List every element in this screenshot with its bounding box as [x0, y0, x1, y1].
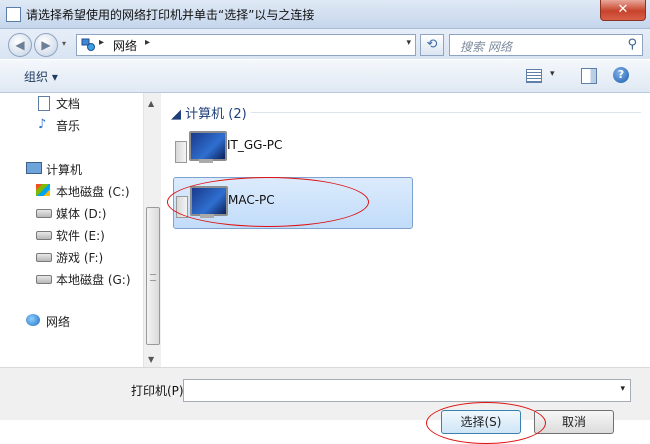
sidebar-item-drive-d[interactable]: 媒体 (D:): [0, 203, 142, 223]
sidebar-scrollbar[interactable]: ▲ ▼: [143, 93, 161, 367]
group-header-computers[interactable]: ◢ 计算机 (2): [171, 103, 247, 122]
dialog-footer: 打印机(P) ▾ 选择(S) 取消: [0, 367, 650, 444]
printer-combobox[interactable]: ▾: [183, 379, 631, 402]
sidebar-item-label: 音乐: [56, 119, 81, 133]
sidebar-item-label: 软件 (E:): [56, 229, 105, 243]
scroll-up-icon[interactable]: ▲: [148, 99, 154, 108]
sidebar-item-label: 本地磁盘 (G:): [56, 273, 131, 287]
address-bar[interactable]: ▸ 网络 ▸ ▾: [76, 34, 416, 56]
breadcrumb-separator[interactable]: ▸: [145, 37, 150, 48]
computer-item-it-gg-pc[interactable]: IT_GG-PC: [173, 123, 411, 173]
drive-icon: [36, 209, 52, 218]
sidebar-item-drive-c[interactable]: 本地磁盘 (C:): [0, 181, 142, 201]
network-icon: [26, 314, 40, 326]
sidebar-item-drive-f[interactable]: 游戏 (F:): [0, 247, 142, 267]
back-arrow-icon[interactable]: ◀: [8, 33, 32, 57]
sidebar-item-documents[interactable]: 文档: [0, 93, 142, 113]
file-list-pane: ◢ 计算机 (2) IT_GG-PC MAC-PC: [161, 93, 650, 367]
drive-icon: [36, 253, 52, 262]
chevron-down-icon[interactable]: ▾: [620, 384, 625, 394]
close-button[interactable]: ✕: [600, 0, 646, 21]
computer-icon: [26, 162, 42, 174]
printer-label: 打印机(P): [131, 384, 184, 398]
computer-monitor-icon: [189, 131, 227, 161]
sidebar-item-label: 本地磁盘 (C:): [56, 185, 130, 199]
toolbar: 组织 ▾ ▾ ?: [0, 60, 650, 93]
preview-pane-icon[interactable]: [581, 68, 597, 84]
sidebar-item-label: 文档: [56, 97, 81, 111]
window-title: 请选择希望使用的网络打印机并单击“选择”以与之连接: [26, 8, 315, 22]
document-icon: [38, 96, 50, 111]
title-bar: 请选择希望使用的网络打印机并单击“选择”以与之连接 ✕: [0, 0, 650, 29]
breadcrumb-separator[interactable]: ▸: [99, 37, 104, 48]
computer-name: IT_GG-PC: [227, 138, 283, 152]
organize-menu-button[interactable]: 组织 ▾: [24, 68, 58, 85]
change-view-icon[interactable]: [526, 69, 542, 83]
scrollbar-thumb[interactable]: [146, 207, 160, 345]
address-dropdown-icon[interactable]: ▾: [406, 38, 411, 48]
sidebar-item-drive-g[interactable]: 本地磁盘 (G:): [0, 269, 142, 289]
sidebar-item-network[interactable]: 网络: [0, 311, 142, 331]
search-placeholder: 搜索 网络: [460, 40, 512, 54]
sidebar-item-computer[interactable]: 计算机: [0, 159, 142, 179]
group-divider: [251, 112, 641, 113]
help-icon[interactable]: ?: [613, 67, 629, 83]
window-icon: [6, 7, 21, 22]
sidebar-item-label: 媒体 (D:): [56, 207, 107, 221]
sidebar-item-music[interactable]: ♪ 音乐: [0, 115, 142, 135]
history-dropdown-icon[interactable]: ▾: [62, 39, 66, 48]
drive-icon: [36, 231, 52, 240]
navigation-pane: 文档 ♪ 音乐 计算机 本地磁盘 (C:) 媒体 (D:) 软件 (E:) 游戏…: [0, 93, 143, 367]
sidebar-item-drive-e[interactable]: 软件 (E:): [0, 225, 142, 245]
cancel-button[interactable]: 取消: [534, 410, 614, 434]
network-icon: [81, 38, 95, 51]
sidebar-item-label: 游戏 (F:): [56, 251, 104, 265]
refresh-button[interactable]: ⟲: [420, 34, 444, 56]
windows-drive-icon: [36, 184, 50, 196]
forward-arrow-icon[interactable]: ▶: [34, 33, 58, 57]
monitor-stand: [199, 159, 213, 163]
computer-tower-icon: [175, 141, 187, 163]
view-dropdown-icon[interactable]: ▾: [550, 69, 555, 79]
music-icon: ♪: [38, 117, 47, 132]
scroll-down-icon[interactable]: ▼: [148, 355, 154, 364]
grip-icon: [150, 274, 156, 281]
sidebar-item-label: 计算机: [46, 163, 83, 177]
sidebar-item-label: 网络: [46, 315, 71, 329]
annotation-ellipse: [426, 402, 546, 444]
navigation-bar: ◀ ▶ ▾ ▸ 网络 ▸ ▾ ⟲ 搜索 网络 ⚲: [0, 29, 650, 59]
search-icon[interactable]: ⚲: [627, 37, 637, 52]
drive-icon: [36, 275, 52, 284]
breadcrumb-network[interactable]: 网络: [113, 37, 137, 54]
annotation-ellipse: [167, 177, 369, 227]
search-input[interactable]: 搜索 网络 ⚲: [449, 34, 643, 56]
